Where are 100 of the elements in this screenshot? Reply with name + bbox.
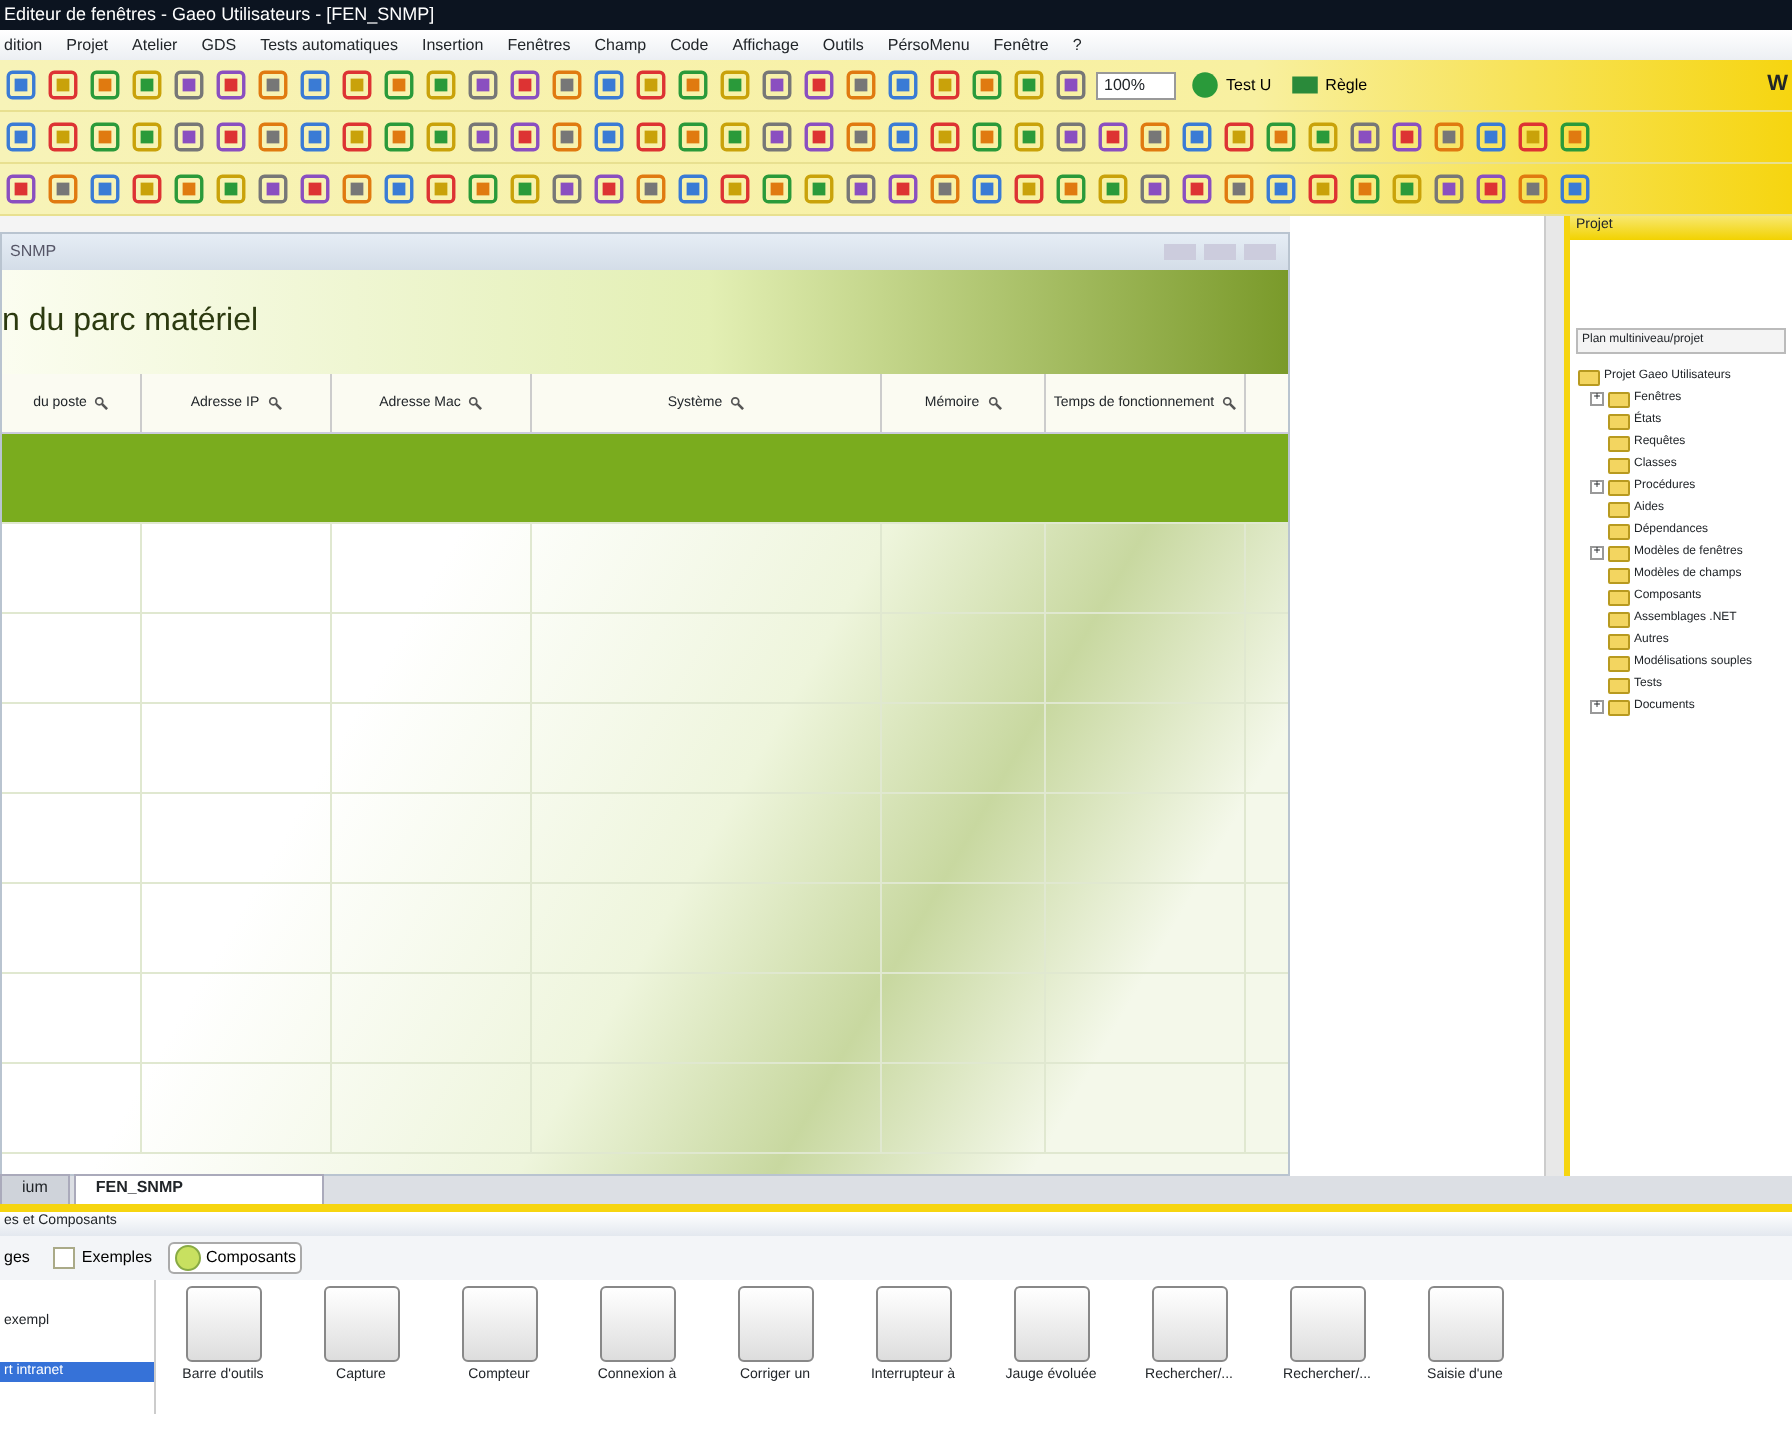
tool-icon[interactable] <box>214 172 248 206</box>
tool-icon[interactable] <box>928 68 962 102</box>
tool-icon[interactable] <box>256 172 290 206</box>
component-thumbnail[interactable] <box>185 1286 261 1362</box>
tool-icon[interactable] <box>298 172 332 206</box>
tool-icon[interactable] <box>1348 172 1382 206</box>
tool-icon[interactable] <box>970 120 1004 154</box>
tool-icon[interactable] <box>718 68 752 102</box>
menu-item[interactable]: Tests automatiques <box>260 33 398 57</box>
tool-icon[interactable] <box>1390 120 1424 154</box>
tool-icon[interactable] <box>550 120 584 154</box>
panel-tab[interactable]: Composants <box>168 1242 302 1274</box>
tool-icon[interactable] <box>592 120 626 154</box>
tool-icon[interactable] <box>886 68 920 102</box>
tool-icon[interactable] <box>970 68 1004 102</box>
tool-icon[interactable] <box>718 120 752 154</box>
search-icon[interactable] <box>94 396 109 410</box>
tool-icon[interactable] <box>256 120 290 154</box>
tool-icon[interactable] <box>130 120 164 154</box>
tool-icon[interactable] <box>382 172 416 206</box>
menu-item[interactable]: GDS <box>201 33 237 57</box>
menu-item[interactable]: Projet <box>66 33 109 57</box>
tool-icon[interactable] <box>130 68 164 102</box>
tool-icon[interactable] <box>424 120 458 154</box>
tool-icon[interactable] <box>172 172 206 206</box>
component-thumbnail[interactable] <box>1427 1286 1503 1362</box>
menu-item[interactable]: Outils <box>822 33 864 57</box>
tool-icon[interactable] <box>1180 120 1214 154</box>
menu-item[interactable]: Code <box>670 33 709 57</box>
tool-icon[interactable] <box>1432 172 1466 206</box>
tool-icon[interactable] <box>592 68 626 102</box>
tool-icon[interactable] <box>1138 172 1172 206</box>
tool-icon[interactable] <box>466 172 500 206</box>
document-tab[interactable]: FEN_SNMP <box>73 1174 324 1204</box>
tool-icon[interactable] <box>298 120 332 154</box>
tool-icon[interactable] <box>1012 120 1046 154</box>
component-thumbnail[interactable] <box>599 1286 675 1362</box>
component-thumbnail[interactable] <box>461 1286 537 1362</box>
menu-item[interactable]: Affichage <box>732 33 799 57</box>
tool-icon[interactable] <box>1516 120 1550 154</box>
tool-icon[interactable] <box>1138 120 1172 154</box>
tool-icon[interactable] <box>550 172 584 206</box>
selected-row[interactable] <box>2 434 1288 524</box>
tool-icon[interactable] <box>340 68 374 102</box>
tool-icon[interactable] <box>844 68 878 102</box>
tool-icon[interactable] <box>1474 172 1508 206</box>
tool-icon[interactable] <box>508 68 542 102</box>
menu-item[interactable]: Atelier <box>132 33 178 57</box>
tool-icon[interactable] <box>676 172 710 206</box>
tool-icon[interactable] <box>676 120 710 154</box>
tool-icon[interactable] <box>970 172 1004 206</box>
search-icon[interactable] <box>987 396 1002 410</box>
tool-icon[interactable] <box>844 120 878 154</box>
tool-icon[interactable] <box>760 120 794 154</box>
tool-icon[interactable] <box>1012 68 1046 102</box>
tool-icon[interactable] <box>802 120 836 154</box>
tool-icon[interactable] <box>1432 120 1466 154</box>
tool-icon[interactable] <box>1054 172 1088 206</box>
component-thumbnail[interactable] <box>875 1286 951 1362</box>
tool-icon[interactable] <box>298 68 332 102</box>
tool-icon[interactable] <box>214 120 248 154</box>
tool-icon[interactable] <box>760 68 794 102</box>
tool-icon[interactable] <box>1264 172 1298 206</box>
tool-icon[interactable] <box>46 172 80 206</box>
tool-icon[interactable] <box>844 172 878 206</box>
tool-icon[interactable] <box>130 172 164 206</box>
menu-item[interactable]: ? <box>1072 33 1082 57</box>
tool-icon[interactable] <box>1516 172 1550 206</box>
menu-item[interactable]: Fenêtre <box>993 33 1049 57</box>
tool-icon[interactable] <box>172 68 206 102</box>
tool-icon[interactable] <box>256 68 290 102</box>
tool-icon[interactable] <box>214 68 248 102</box>
tool-icon[interactable] <box>760 172 794 206</box>
tool-icon[interactable] <box>382 120 416 154</box>
tool-icon[interactable] <box>1474 120 1508 154</box>
tool-icon[interactable] <box>46 68 80 102</box>
tool-icon[interactable] <box>508 120 542 154</box>
ruler-button[interactable]: Règle <box>1283 68 1372 102</box>
tool-icon[interactable] <box>340 120 374 154</box>
document-tab[interactable]: ium <box>0 1174 70 1204</box>
scrollbar[interactable] <box>1544 216 1564 1176</box>
search-icon[interactable] <box>1222 396 1237 410</box>
tool-icon[interactable] <box>1222 172 1256 206</box>
tool-icon[interactable] <box>466 120 500 154</box>
tool-icon[interactable] <box>634 120 668 154</box>
tool-icon[interactable] <box>466 68 500 102</box>
tool-icon[interactable] <box>424 68 458 102</box>
tool-icon[interactable] <box>718 172 752 206</box>
tool-icon[interactable] <box>1012 172 1046 206</box>
tool-icon[interactable] <box>1558 172 1592 206</box>
search-icon[interactable] <box>730 396 745 410</box>
tool-icon[interactable] <box>928 172 962 206</box>
tool-icon[interactable] <box>1348 120 1382 154</box>
search-icon[interactable] <box>468 396 483 410</box>
menu-item[interactable]: PérsoMenu <box>887 33 970 57</box>
tool-icon[interactable] <box>1054 120 1088 154</box>
tool-icon[interactable] <box>340 172 374 206</box>
menu-item[interactable]: Fenêtres <box>507 33 571 57</box>
component-thumbnail[interactable] <box>1289 1286 1365 1362</box>
tool-icon[interactable] <box>676 68 710 102</box>
